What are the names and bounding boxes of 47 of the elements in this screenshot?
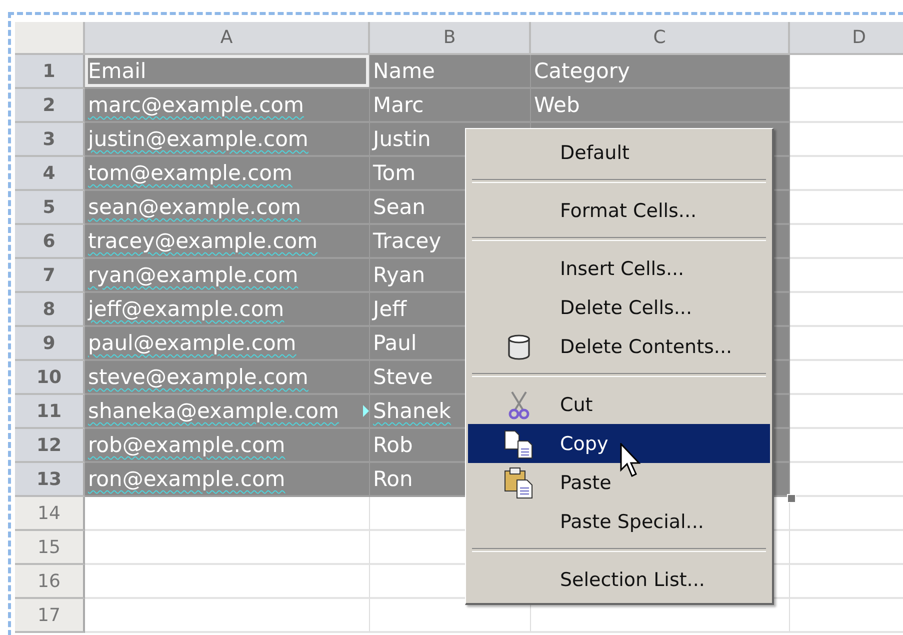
table-cell: Email xyxy=(85,55,370,89)
column-header[interactable]: B xyxy=(370,22,531,55)
row-header[interactable]: 7 xyxy=(15,259,85,293)
fill-handle[interactable] xyxy=(787,494,796,503)
row-header[interactable]: 12 xyxy=(15,429,85,463)
row-header[interactable]: 1 xyxy=(15,55,85,89)
table-cell: Web xyxy=(531,89,790,123)
row-header[interactable]: 10 xyxy=(15,361,85,395)
row-header[interactable]: 3 xyxy=(15,123,85,157)
menu-item[interactable]: Copy xyxy=(468,424,770,463)
scissors-icon xyxy=(508,390,530,420)
cell-text: shaneka@example.com xyxy=(87,398,340,424)
paste-icon xyxy=(503,466,535,498)
table-cell: tom@example.com xyxy=(85,157,370,191)
table-cell: tracey@example.com xyxy=(85,225,370,259)
table-cell: Category xyxy=(531,55,790,89)
table-cell: Name xyxy=(370,55,531,89)
row-header[interactable]: 9 xyxy=(15,327,85,361)
row-header[interactable]: 15 xyxy=(15,531,85,565)
table-cell: paul@example.com xyxy=(85,327,370,361)
copy-icon xyxy=(503,428,535,458)
menu-item[interactable]: Paste Special... xyxy=(468,502,770,541)
table-cell: marc@example.com xyxy=(85,89,370,123)
table-cell: ron@example.com xyxy=(85,463,370,497)
row-header[interactable]: 6 xyxy=(15,225,85,259)
row-header[interactable]: 14 xyxy=(15,497,85,531)
row-header[interactable]: 11 xyxy=(15,395,85,429)
column-header[interactable]: D xyxy=(790,22,903,55)
row-header[interactable]: 8 xyxy=(15,293,85,327)
corner-cell[interactable] xyxy=(15,22,85,55)
table-cell: steve@example.com xyxy=(85,361,370,395)
table-cell: jeff@example.com xyxy=(85,293,370,327)
column-header[interactable]: C xyxy=(531,22,790,55)
table-cell: rob@example.com xyxy=(85,429,370,463)
row-header[interactable]: 17 xyxy=(15,599,85,633)
row-header[interactable]: 13 xyxy=(15,463,85,497)
row-header[interactable]: 4 xyxy=(15,157,85,191)
table-cell: sean@example.com xyxy=(85,191,370,225)
row-header[interactable]: 2 xyxy=(15,89,85,123)
menu-item[interactable]: Selection List... xyxy=(468,560,770,599)
table-cell: justin@example.com xyxy=(85,123,370,157)
cylinder-icon xyxy=(507,334,531,360)
row-header[interactable]: 16 xyxy=(15,565,85,599)
table-cell: Marc xyxy=(370,89,531,123)
table-cell: ryan@example.com xyxy=(85,259,370,293)
row-header[interactable]: 5 xyxy=(15,191,85,225)
column-header[interactable]: A xyxy=(85,22,370,55)
